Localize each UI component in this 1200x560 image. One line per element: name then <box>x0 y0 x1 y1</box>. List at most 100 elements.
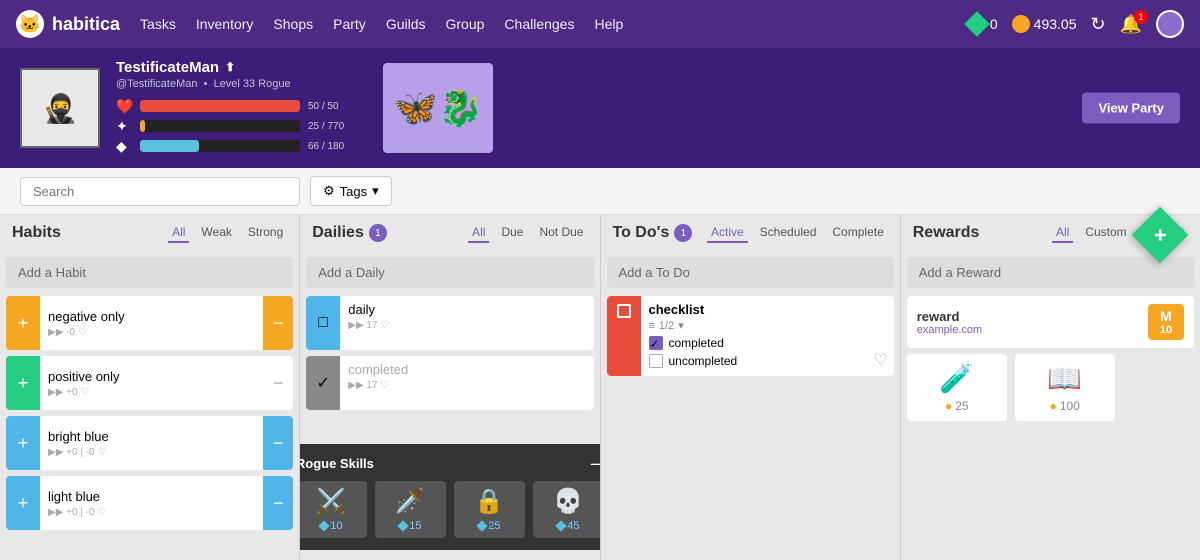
refresh-button[interactable]: ↻ <box>1090 14 1105 35</box>
todo-checkbox[interactable] <box>607 296 641 376</box>
todos-title: To Do's <box>613 224 670 242</box>
todos-filter-active[interactable]: Active <box>707 223 748 243</box>
rewards-column: Rewards All Custom Wishlist Add a Reward… <box>901 215 1200 560</box>
skill-card-1[interactable]: ⚔️ 10 <box>300 481 367 538</box>
reward-link[interactable]: example.com <box>917 324 982 336</box>
todos-filter-scheduled[interactable]: Scheduled <box>756 223 821 243</box>
gold-value: 493.05 <box>1034 16 1077 32</box>
nav-inventory[interactable]: Inventory <box>196 16 254 32</box>
todos-body: Add a To Do checklist ≡ 1/2 ▾ ✓ complete… <box>601 251 900 560</box>
mp-text: 66 / 180 <box>308 141 363 152</box>
daily-checkbox-2[interactable]: ✓ <box>306 356 340 410</box>
skill-cost-3: 25 <box>478 520 500 532</box>
pet-area: 🦋🐉 <box>383 63 493 153</box>
habit-footer-2: ▶▶ +0 ♡ <box>48 387 255 398</box>
add-todo-row[interactable]: Add a To Do <box>607 257 894 288</box>
habit-label-3: bright blue ▶▶ +0 | -0 ♡ <box>40 423 263 464</box>
todos-badge: 1 <box>674 224 692 242</box>
reward-cost[interactable]: M 10 <box>1148 304 1184 340</box>
avatar[interactable] <box>1156 10 1184 38</box>
nav-guilds[interactable]: Guilds <box>386 16 426 32</box>
skill-card-3[interactable]: 🔒 25 <box>454 481 525 538</box>
gold-count: 493.05 <box>1012 15 1077 33</box>
todo-favorite-icon[interactable]: ♡ <box>873 350 887 370</box>
skill-cost-4: 45 <box>557 520 579 532</box>
nav-tasks[interactable]: Tasks <box>140 16 176 32</box>
rewards-filter-all[interactable]: All <box>1052 223 1073 243</box>
dailies-filter-all[interactable]: All <box>468 223 489 243</box>
habits-header: Habits All Weak Strong <box>0 215 299 251</box>
buyable-item-2[interactable]: 📖 ● 100 <box>1015 354 1115 421</box>
todos-column: To Do's 1 Active Scheduled Complete Add … <box>601 215 901 560</box>
habit-positive-btn-2[interactable]: + <box>6 356 40 410</box>
skill-card-4[interactable]: 💀 45 <box>533 481 600 538</box>
habit-negative-btn-1[interactable]: − <box>263 296 293 350</box>
todo-actions: ♡ <box>867 296 893 376</box>
gold-coin-icon: M <box>1160 308 1172 324</box>
buyable-item-1[interactable]: 🧪 ● 25 <box>907 354 1007 421</box>
nav-help[interactable]: Help <box>594 16 623 32</box>
rewards-filter-custom[interactable]: Custom <box>1081 223 1130 243</box>
subtask-item-1[interactable]: ✓ completed <box>649 336 860 350</box>
search-area: ⚙ Tags <box>0 168 1200 215</box>
habit-negative-btn-3[interactable]: − <box>263 416 293 470</box>
daily-checkbox-1[interactable]: □ <box>306 296 340 350</box>
habits-filter-all[interactable]: All <box>168 223 189 243</box>
add-reward-row[interactable]: Add a Reward <box>907 257 1194 288</box>
nav-challenges[interactable]: Challenges <box>504 16 574 32</box>
notif-badge: 1 <box>1134 10 1148 24</box>
habits-filter-weak[interactable]: Weak <box>197 223 235 243</box>
brand[interactable]: 🐱 habitica <box>16 10 120 38</box>
reward-item: reward example.com M 10 <box>907 296 1194 348</box>
habit-label-2: positive only ▶▶ +0 ♡ <box>40 363 263 404</box>
habit-negative-btn-4[interactable]: − <box>263 476 293 530</box>
daily-label-2: completed ▶▶ 17 ♡ <box>340 356 593 410</box>
todos-filter-complete[interactable]: Complete <box>828 223 887 243</box>
handle-text: @TestificateMan <box>116 78 197 90</box>
skill-card-2[interactable]: 🗡️ 15 <box>375 481 446 538</box>
xp-icon: ✦ <box>116 118 132 135</box>
profile-name: TestificateMan ⬆ <box>116 59 363 76</box>
brand-name: habitica <box>52 14 120 35</box>
nav-group[interactable]: Group <box>446 16 485 32</box>
todos-header: To Do's 1 Active Scheduled Complete <box>601 215 900 251</box>
chevron-down-icon <box>372 183 379 199</box>
habits-filters: All Weak Strong <box>168 223 287 243</box>
skill-cost-1: 10 <box>320 520 342 532</box>
dailies-header: Dailies 1 All Due Not Due <box>300 215 599 251</box>
xp-bar-bg <box>140 120 300 132</box>
habit-positive-btn-3[interactable]: + <box>6 416 40 470</box>
subtask-item-2[interactable]: uncompleted <box>649 354 860 368</box>
tags-button[interactable]: ⚙ Tags <box>310 176 392 206</box>
nav-party[interactable]: Party <box>333 16 366 32</box>
tags-label: Tags <box>340 184 367 199</box>
dailies-filter-notdue[interactable]: Not Due <box>535 223 587 243</box>
habit-positive-btn-4[interactable]: + <box>6 476 40 530</box>
habit-negative-btn-2[interactable]: − <box>263 356 293 410</box>
navbar-right: 0 493.05 ↻ 🔔 1 <box>968 10 1184 38</box>
skill-icon-3: 🔒 <box>474 487 504 516</box>
rogue-popup-close[interactable]: — <box>591 456 600 471</box>
add-daily-row[interactable]: Add a Daily <box>306 257 593 288</box>
nav-shops[interactable]: Shops <box>273 16 313 32</box>
habits-filter-strong[interactable]: Strong <box>244 223 287 243</box>
habit-positive-btn-1[interactable]: + <box>6 296 40 350</box>
daily-footer-2: ▶▶ 17 ♡ <box>348 380 585 391</box>
add-habit-row[interactable]: Add a Habit <box>6 257 293 288</box>
search-input[interactable] <box>20 177 300 206</box>
dailies-filter-due[interactable]: Due <box>497 223 527 243</box>
hp-bar-fill <box>140 100 300 112</box>
habits-body: Add a Habit + negative only ▶▶ -0 ♡ − + … <box>0 251 299 560</box>
notification-button[interactable]: 🔔 1 <box>1120 14 1142 35</box>
profile-handle: @TestificateMan • Level 33 Rogue <box>116 78 363 90</box>
reward-cost-value: 10 <box>1160 324 1172 336</box>
rogue-popup-header: Rogue Skills — <box>300 456 599 471</box>
mana-icon <box>319 520 330 531</box>
hp-bar-bg <box>140 100 300 112</box>
nav-links: Tasks Inventory Shops Party Guilds Group… <box>140 16 623 32</box>
dailies-column: Dailies 1 All Due Not Due Add a Daily □ … <box>300 215 600 560</box>
mp-bar-row: ◆ 66 / 180 <box>116 138 363 155</box>
profile-info: TestificateMan ⬆ @TestificateMan • Level… <box>116 59 363 158</box>
view-party-button[interactable]: View Party <box>1082 93 1180 124</box>
rogue-popup-title: Rogue Skills <box>300 456 374 471</box>
